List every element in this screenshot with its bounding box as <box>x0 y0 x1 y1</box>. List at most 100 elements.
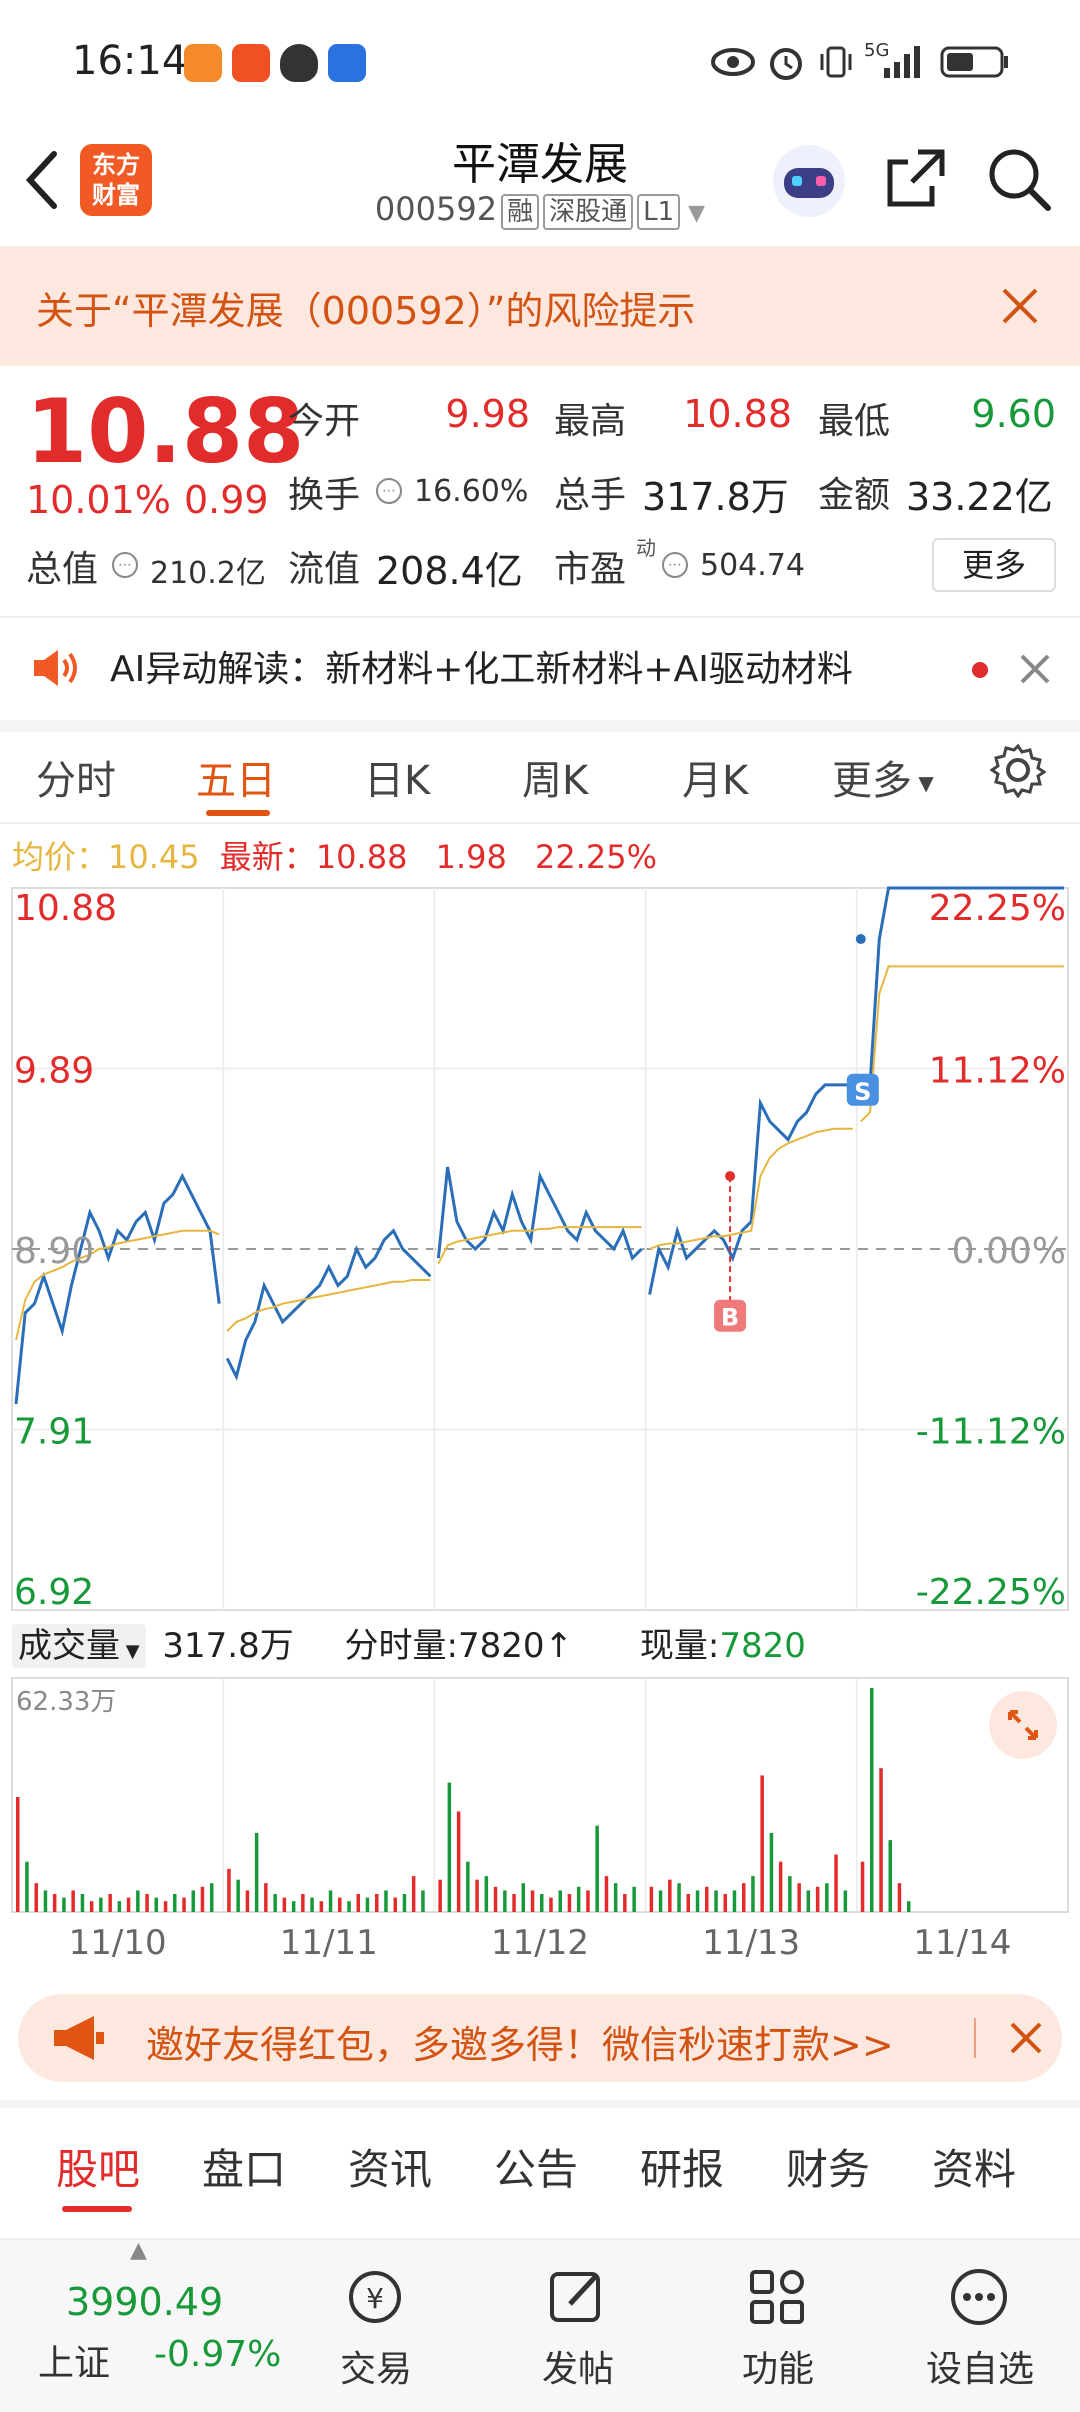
latest-label: 最新： <box>219 838 316 876</box>
volume-bar <box>576 1886 581 1912</box>
tab-orderbook[interactable]: 盘口 <box>202 2136 286 2197</box>
change-amount: 0.99 <box>184 478 269 522</box>
search-icon[interactable] <box>986 146 1054 214</box>
megaphone-icon <box>54 2016 104 2060</box>
volume-bar <box>897 1883 902 1912</box>
nav-trade-label[interactable]: 交易 <box>306 2340 446 2392</box>
close-icon[interactable] <box>1000 286 1040 326</box>
volume-bar <box>649 1886 654 1912</box>
y-axis-percent-label: 11.12% <box>929 1051 1066 1092</box>
index-change: -0.97% <box>154 2334 282 2375</box>
volume-bar <box>907 1901 911 1912</box>
volume-bar <box>365 1897 370 1912</box>
tab-profile[interactable]: 资料 <box>932 2136 1016 2197</box>
ai-insight-row[interactable]: AI异动解读：新材料+化工新材料+AI驱动材料 <box>0 618 1080 722</box>
index-value[interactable]: 3990.49 <box>66 2280 223 2324</box>
close-icon[interactable] <box>1018 652 1052 686</box>
y-axis-percent-label: -22.25% <box>916 1572 1066 1613</box>
dropdown-icon: ▼ <box>912 771 934 795</box>
volume-bar <box>62 1897 66 1912</box>
volume-bar <box>245 1890 250 1912</box>
y-axis-price-label: 9.89 <box>14 1051 94 1092</box>
amount-label: 金额 <box>818 475 891 516</box>
volume-bar <box>310 1897 314 1912</box>
volume-bar <box>695 1890 700 1912</box>
trade-icon[interactable]: ¥ <box>340 2264 410 2330</box>
buy-marker-label: B <box>721 1304 739 1332</box>
tab-monthly-k[interactable]: 月K <box>682 748 748 806</box>
promo-text: 邀好友得红包，多邀多得！微信秒速打款>> <box>146 2023 894 2067</box>
price-line <box>225 1228 432 1381</box>
low-label: 最低 <box>818 401 891 442</box>
x-axis-date-label: 11/11 <box>280 1923 378 1963</box>
more-dots-icon[interactable] <box>946 2264 1012 2330</box>
nav-post-label[interactable]: 发帖 <box>508 2340 648 2392</box>
tab-financials[interactable]: 财务 <box>786 2136 870 2197</box>
shield-icon <box>280 44 318 82</box>
volume-bar <box>843 1890 848 1912</box>
pe-value: 504.74 <box>700 548 805 583</box>
volume-bar <box>163 1901 168 1912</box>
functions-grid-icon[interactable] <box>744 2264 810 2330</box>
volume-bar <box>825 1883 829 1912</box>
volume-bar <box>549 1897 553 1912</box>
tab-research[interactable]: 研报 <box>640 2136 724 2197</box>
volume-bar <box>319 1901 324 1912</box>
amount-value: 33.22亿 <box>906 475 1053 519</box>
nav-functions-label[interactable]: 功能 <box>708 2340 848 2392</box>
period-tabs: 分时 五日 日K 周K 月K 更多 ▼ <box>0 722 1080 822</box>
volume-bar <box>25 1861 29 1912</box>
expand-icon[interactable] <box>988 1690 1058 1760</box>
stock-header: 东方 财富 平潭发展 000592 融深股通 L1 ▼ <box>0 120 1080 244</box>
settings-gear-icon[interactable] <box>990 742 1046 798</box>
volume-bar <box>613 1883 618 1912</box>
tab-five-day[interactable]: 五日 <box>196 748 276 806</box>
turnover-value: 16.60% <box>414 474 529 509</box>
ai-robot-icon[interactable] <box>770 142 848 220</box>
promo-banner[interactable]: 邀好友得红包，多邀多得！微信秒速打款>> <box>18 1994 1062 2082</box>
volume-bar <box>530 1890 535 1912</box>
chevron-up-icon[interactable]: ▲ <box>130 2238 147 2263</box>
share-icon[interactable] <box>884 146 948 210</box>
tab-news[interactable]: 资讯 <box>348 2136 432 2197</box>
five-day-chart[interactable]: B S 10.88 22.25% 9.89 11.12% 8.90 0.00% 7.91 -11… <box>0 880 1080 1980</box>
volume-bar <box>356 1894 360 1912</box>
volume-bar <box>475 1879 479 1912</box>
volume-bar <box>466 1861 470 1912</box>
tab-intraday[interactable]: 分时 <box>36 748 116 806</box>
volume-bar <box>264 1883 268 1912</box>
tab-daily-k[interactable]: 日K <box>364 748 430 806</box>
y-axis-price-label: 7.91 <box>14 1412 94 1453</box>
risk-banner-text: 关于“平潭发展（000592）”的风险提示 <box>36 289 696 333</box>
tab-announcements[interactable]: 公告 <box>494 2136 578 2197</box>
latest-value: 10.88 <box>315 838 408 876</box>
unread-dot <box>972 662 988 678</box>
tick-volume-value: 7820↑ <box>458 1626 574 1666</box>
pe-superscript: 动 <box>636 536 656 560</box>
close-icon[interactable] <box>1008 2020 1044 2056</box>
change-percent: 10.01% <box>26 478 171 522</box>
post-edit-icon[interactable] <box>544 2264 610 2330</box>
latest-change-pct: 22.25% <box>535 838 658 876</box>
info-icon[interactable]: ⋯ <box>112 552 138 578</box>
volume-bar <box>595 1825 599 1912</box>
tab-forum[interactable]: 股吧 <box>56 2136 140 2197</box>
risk-banner[interactable]: 关于“平潭发展（000592）”的风险提示 <box>0 246 1080 366</box>
more-quote-button[interactable]: 更多 <box>932 538 1056 592</box>
tab-more[interactable]: 更多 ▼ <box>832 748 934 806</box>
car-app-notification-icon <box>328 44 366 82</box>
tag-connect: 深股通 <box>543 194 634 230</box>
high-label: 最高 <box>554 401 627 442</box>
info-icon[interactable]: ⋯ <box>662 552 688 578</box>
y-axis-percent-label: 0.00% <box>952 1231 1066 1272</box>
high-value: 10.88 <box>683 392 792 436</box>
nav-watchlist-label[interactable]: 设自选 <box>910 2340 1050 2392</box>
info-icon[interactable]: ⋯ <box>376 478 402 504</box>
volume-bar <box>338 1897 342 1912</box>
avg-price-line <box>649 1127 853 1250</box>
volume-selector[interactable]: 成交量 ▼ <box>12 1624 146 1668</box>
volume-bar <box>173 1894 177 1912</box>
tab-weekly-k[interactable]: 周K <box>522 748 588 806</box>
volume-bar <box>154 1897 158 1912</box>
volume-bar <box>328 1890 333 1912</box>
